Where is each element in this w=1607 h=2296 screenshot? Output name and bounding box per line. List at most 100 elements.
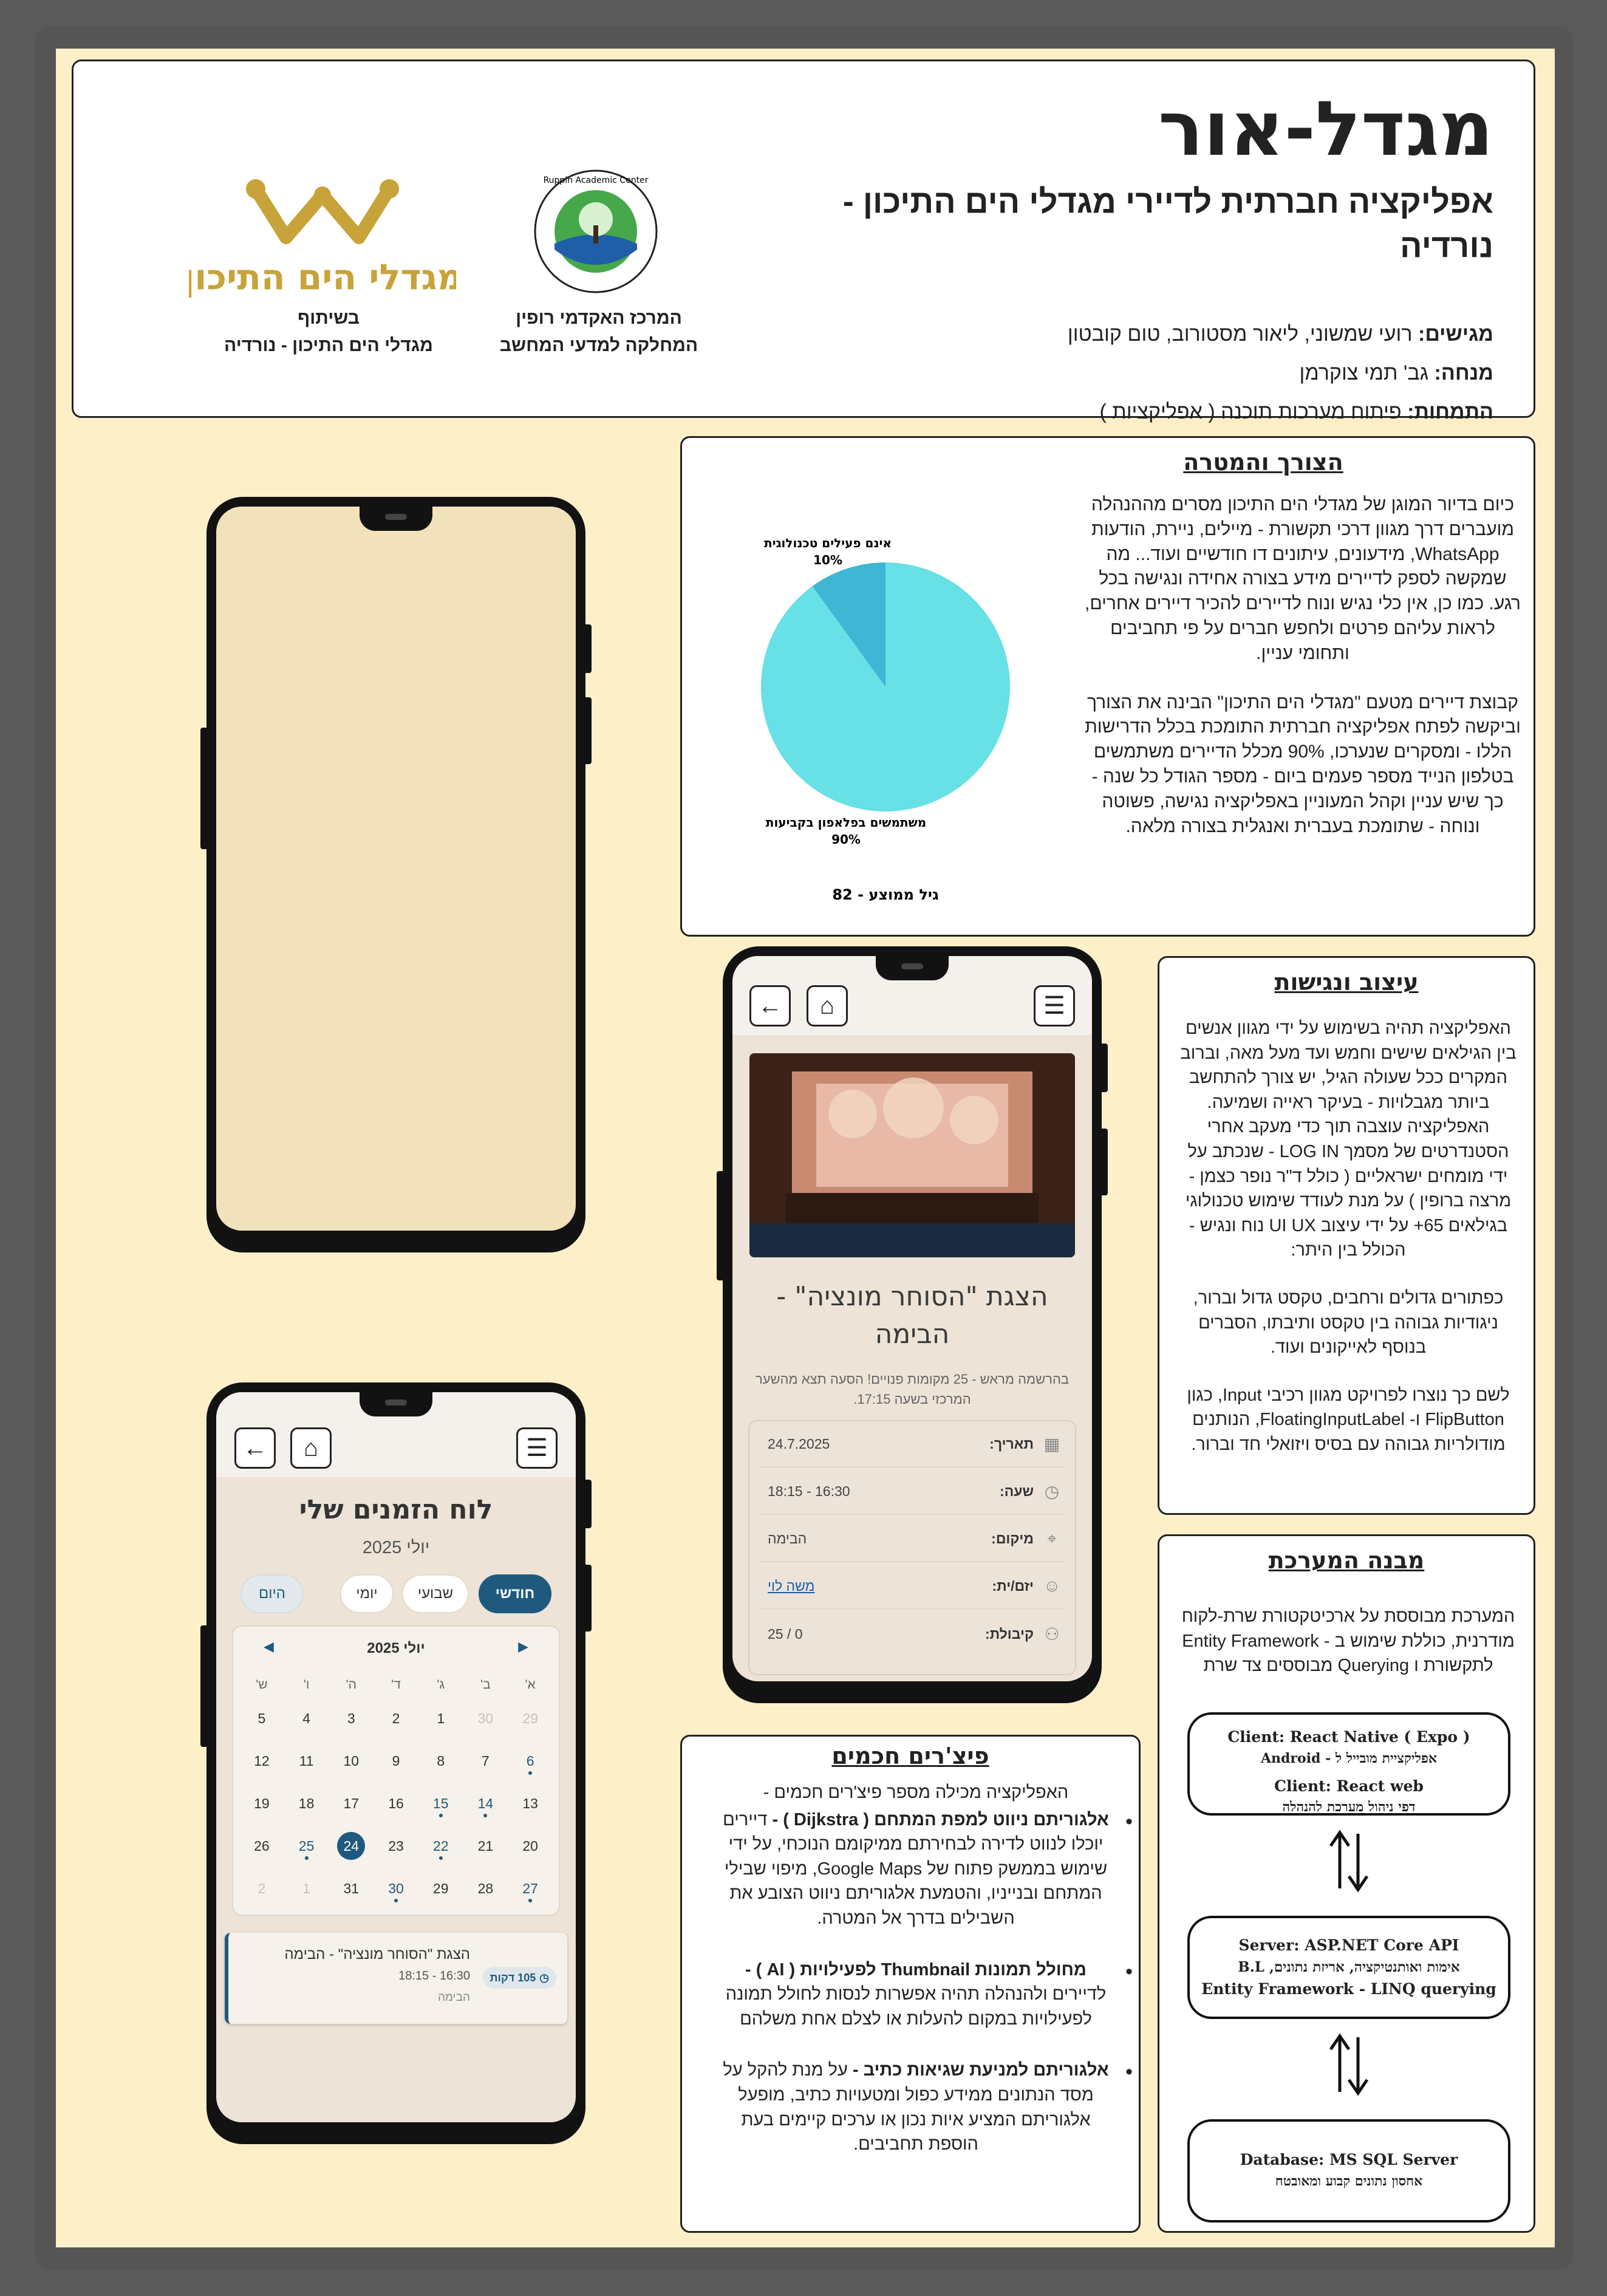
calendar-day[interactable]: 7 xyxy=(463,1740,508,1782)
event-details-card: ▦ תאריך: 24.7.2025 ◷ שעה: 16:30 - 18:15 … xyxy=(748,1420,1076,1675)
partner-caption-line1: בשיתוף xyxy=(297,308,360,328)
calendar-day[interactable]: 28 xyxy=(463,1867,508,1910)
event-time-label: שעה: xyxy=(1000,1483,1034,1499)
calendar-day[interactable]: 6 xyxy=(508,1740,553,1782)
calendar-day[interactable]: 3 xyxy=(329,1697,374,1740)
calendar-day[interactable]: 14 xyxy=(463,1782,508,1825)
smart-title: פיצ'רים חכמים xyxy=(831,1743,989,1769)
chevron-right-icon[interactable]: ▶ xyxy=(518,1639,528,1655)
client-line-3: Client: React web xyxy=(1274,1777,1424,1795)
schedule-event-time: 16:30 - 18:15 xyxy=(398,1969,470,1983)
view-daily-button[interactable]: יומי xyxy=(340,1574,394,1613)
event-screen: ← ⌂ ☰ הצגת "הסוחר מונציה" - הבימה בהרשמה… xyxy=(732,956,1092,1681)
user-icon: ☺ xyxy=(1043,1576,1061,1595)
calendar-day[interactable]: 15 xyxy=(418,1782,463,1825)
duration-badge-text: 105 דקות xyxy=(490,1971,536,1984)
calendar-day[interactable]: 12 xyxy=(239,1740,284,1782)
clock-icon: ◷ xyxy=(1044,1481,1060,1501)
chevron-left-icon[interactable]: ◀ xyxy=(264,1639,274,1655)
calendar-day[interactable]: 5 xyxy=(239,1697,284,1740)
view-weekly-button[interactable]: שבועי xyxy=(402,1574,469,1613)
pin-icon: ⌖ xyxy=(1047,1528,1057,1548)
calendar-day[interactable]: 10 xyxy=(329,1740,374,1782)
calendar-day[interactable]: 8 xyxy=(418,1740,463,1782)
calendar-grid: א' ב' ג' ד' ה' ו' ש' 29 30 1 2 3 4 5 6 7 8 9 10 11 12 13 14 15 1… xyxy=(239,1673,553,1910)
menu-icon[interactable]: ☰ xyxy=(1034,985,1075,1027)
calendar-day[interactable]: 18 xyxy=(284,1782,329,1825)
feature-navigation-title: אלגוריתם ניווט למפת המתחם ( Dijkstra ) - xyxy=(772,1809,1109,1830)
architecture-body: המערכת מבוססת על ארכיטקטורת שרת-לקוח מוד… xyxy=(1181,1607,1515,1676)
menu-icon[interactable]: ☰ xyxy=(516,1427,558,1469)
phone-notch xyxy=(360,507,432,531)
event-location-label: מיקום: xyxy=(991,1530,1034,1546)
month-calendar: יולי 2025 ◀ ▶ א' ב' ג' ד' ה' ו' ש' 29 30 1 2 3 4 5 6 7 8… xyxy=(232,1625,560,1916)
system-architecture-section: מבנה המערכת המערכת מבוססת על ארכיטקטורת … xyxy=(1158,1534,1535,2233)
smart-features-section: פיצ'רים חכמים האפליקציה מכילה מספר פיצ'ר… xyxy=(680,1735,1141,2233)
feature-thumbnail: מחולל תמונות Thumbnail לפעילויות ( AI ) … xyxy=(718,1958,1133,2032)
phone-mockup-blank xyxy=(200,497,592,1252)
duration-badge: ◷ 105 דקות xyxy=(482,1967,556,1989)
calendar-day[interactable]: 25 xyxy=(284,1825,329,1867)
home-icon[interactable]: ⌂ xyxy=(290,1427,332,1469)
calendar-day[interactable]: 22 xyxy=(418,1825,463,1867)
design-body: האפליקציה תהיה בשימוש על ידי מגוון אנשים… xyxy=(1176,1016,1520,1457)
smart-intro: האפליקציה מכילה מספר פיצ'רים חכמים - xyxy=(763,1783,1069,1802)
event-location-value: הבימה xyxy=(768,1530,807,1546)
phone-side-button xyxy=(581,697,592,764)
view-monthly-button[interactable]: חודשי xyxy=(479,1574,551,1613)
schedule-event-card[interactable]: הצגת "הסוחר מונציה" - הבימה 16:30 - 18:1… xyxy=(225,1933,567,2024)
calendar-day[interactable]: 16 xyxy=(374,1782,418,1825)
calendar-day[interactable]: 4 xyxy=(284,1697,329,1740)
phone-side-button xyxy=(581,1565,592,1631)
calendar-day[interactable]: 2 xyxy=(239,1867,284,1910)
phone-screen-blank xyxy=(216,507,576,1231)
calendar-day[interactable]: 29 xyxy=(508,1697,553,1740)
event-capacity-row: ⚇ קיבולת: 0 / 25 xyxy=(760,1611,1064,1657)
server-line-2: אימות ואותנטיקציה, אריזת נתונים, B.L xyxy=(1238,1958,1460,1975)
arrow-left-icon[interactable]: ← xyxy=(749,985,791,1027)
phone-notch xyxy=(876,956,949,980)
event-organizer-link[interactable]: משה לוי xyxy=(760,1578,961,1594)
calendar-day[interactable]: 23 xyxy=(374,1825,418,1867)
partner-caption: בשיתוף מגדלי הים התיכון - נורדיה xyxy=(219,304,438,359)
calendar-day[interactable]: 11 xyxy=(284,1740,329,1782)
client-line-2: אפליקציית מובייל ל - Android xyxy=(1260,1750,1438,1766)
calendar-day[interactable]: 1 xyxy=(284,1867,329,1910)
architecture-title: מבנה המערכת xyxy=(1268,1547,1425,1574)
group-icon: ⚇ xyxy=(1044,1624,1060,1644)
calendar-day[interactable]: 13 xyxy=(508,1782,553,1825)
phone-side-button xyxy=(1097,1044,1108,1092)
calendar-day[interactable]: 24 xyxy=(329,1825,374,1867)
calendar-day[interactable]: 30 xyxy=(463,1697,508,1740)
pie-slices xyxy=(761,562,1010,811)
calendar-day[interactable]: 1 xyxy=(418,1697,463,1740)
calendar-day[interactable]: 27 xyxy=(508,1867,553,1910)
calendar-day[interactable]: 31 xyxy=(329,1867,374,1910)
home-icon[interactable]: ⌂ xyxy=(807,985,848,1027)
feature-thumbnail-title: מחולל תמונות Thumbnail לפעילויות ( AI ) … xyxy=(745,1959,1087,1980)
smart-feature-list: אלגוריתם ניווט למפת המתחם ( Dijkstra ) -… xyxy=(718,1808,1133,2157)
partner-caption-line2: מגדלי הים התיכון - נורדיה xyxy=(224,335,433,355)
calendar-day[interactable]: 29 xyxy=(418,1867,463,1910)
track-name: פיתוח מערכות תוכנה ( אפליקציות ) xyxy=(1099,400,1402,423)
track-label: התמחות: xyxy=(1407,400,1493,423)
weekday-header: ש' xyxy=(256,1678,268,1692)
poster-header: מגדל-אור אפליקציה חברתית לדיירי מגדלי הי… xyxy=(72,60,1535,423)
smart-body: האפליקציה מכילה מספר פיצ'רים חכמים - אלג… xyxy=(718,1780,1133,2157)
calendar-day[interactable]: 30 xyxy=(374,1867,418,1910)
calendar-day[interactable]: 17 xyxy=(329,1782,374,1825)
db-line-1: Database: MS SQL Server xyxy=(1240,2151,1458,2168)
calendar-day[interactable]: 9 xyxy=(374,1740,418,1782)
view-today-button[interactable]: היום xyxy=(241,1574,304,1613)
calendar-day[interactable]: 21 xyxy=(463,1825,508,1867)
event-capacity-label: קיבולת: xyxy=(984,1625,1034,1642)
arrow-left-icon[interactable]: ← xyxy=(234,1427,276,1469)
calendar-day[interactable]: 2 xyxy=(374,1697,418,1740)
double-arrow-icon xyxy=(1329,1830,1369,1893)
calendar-day[interactable]: 20 xyxy=(508,1825,553,1867)
calendar-day[interactable]: 26 xyxy=(239,1825,284,1867)
design-accessibility-section: עיצוב ונגישות האפליקציה תהיה בשימוש על י… xyxy=(1158,956,1535,1515)
calendar-day[interactable]: 19 xyxy=(239,1782,284,1825)
weekday-header: ב' xyxy=(480,1678,491,1692)
pie-label-minor: אינם פעילים טכנולוגית xyxy=(764,536,892,550)
